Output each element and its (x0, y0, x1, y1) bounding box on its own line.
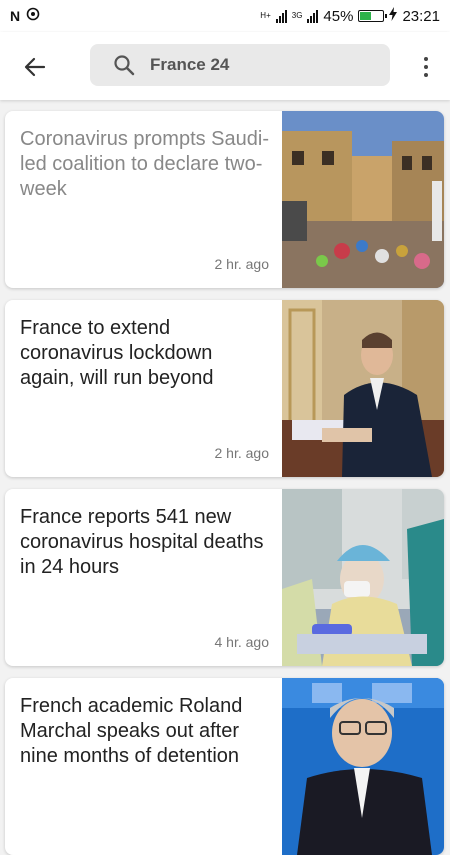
article-thumbnail (282, 489, 444, 666)
article-card[interactable]: French academic Roland Marchal speaks ou… (5, 678, 444, 855)
battery-icon (358, 10, 388, 22)
article-title: French academic Roland Marchal speaks ou… (20, 695, 243, 767)
signal-circle-icon (26, 7, 40, 25)
signal-1-icon (275, 9, 287, 23)
status-bar: N H+ 3G 45% 23:21 (0, 0, 450, 32)
article-time: 2 hr. ago (214, 445, 270, 461)
signal-2-icon (307, 9, 319, 23)
article-time: 4 hr. ago (214, 634, 270, 650)
article-card[interactable]: France to extend coronavirus lockdown ag… (5, 300, 444, 477)
status-right: H+ 3G 45% 23:21 (260, 7, 440, 25)
n-icon: N (10, 8, 21, 24)
toolbar: France 24 (0, 32, 450, 100)
more-vert-icon (424, 57, 428, 61)
arrow-left-icon (24, 57, 46, 77)
article-time: 2 hr. ago (214, 256, 270, 272)
network-type-2: 3G (291, 11, 303, 20)
search-icon (112, 53, 136, 77)
network-type-1: H+ (260, 11, 271, 20)
back-button[interactable] (20, 52, 50, 82)
search-field[interactable]: France 24 (90, 44, 390, 86)
article-title: France to extend coronavirus lockdown ag… (20, 317, 214, 389)
article-title: France reports 541 new coronavirus hospi… (20, 506, 264, 578)
battery-percent: 45% (323, 7, 354, 25)
search-query: France 24 (150, 55, 230, 74)
article-thumbnail (282, 300, 444, 477)
status-left: N (10, 7, 40, 25)
article-thumbnail (282, 678, 444, 855)
article-card[interactable]: Coronavirus prompts Saudi-led coalition … (5, 111, 444, 288)
charging-icon (389, 7, 398, 25)
clock: 23:21 (402, 7, 440, 25)
article-thumbnail (282, 111, 444, 288)
article-card[interactable]: France reports 541 new coronavirus hospi… (5, 489, 444, 666)
more-options-button[interactable] (418, 52, 434, 82)
article-title: Coronavirus prompts Saudi-led coalition … (20, 128, 269, 200)
